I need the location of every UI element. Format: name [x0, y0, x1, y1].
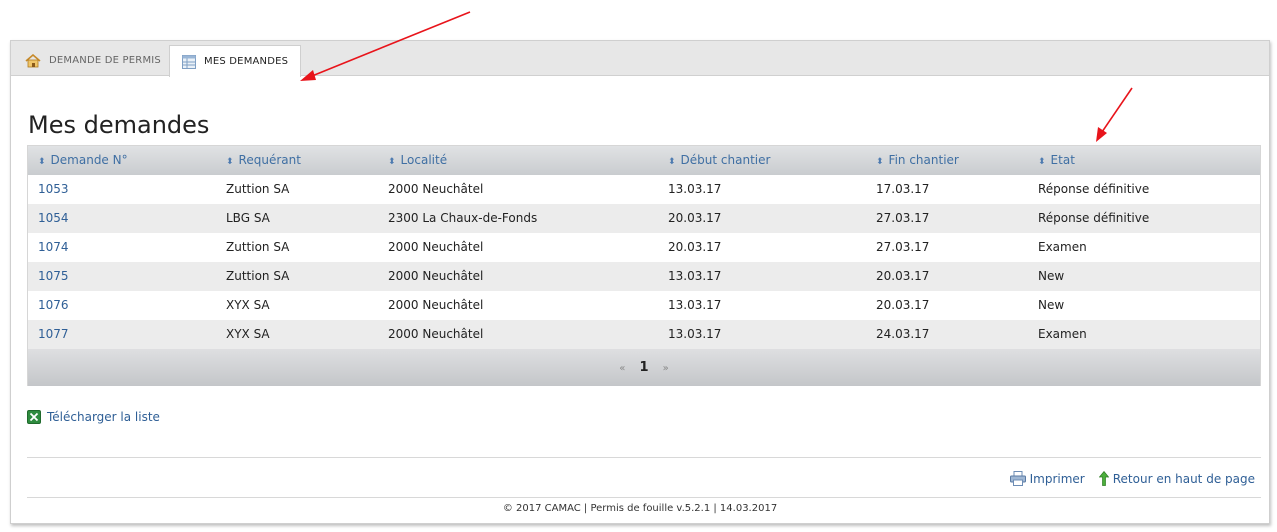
- annotation-arrow-etat: [1096, 87, 1133, 142]
- annotation-arrow-tab: [300, 11, 471, 81]
- annotation-arrows: [300, 11, 1133, 142]
